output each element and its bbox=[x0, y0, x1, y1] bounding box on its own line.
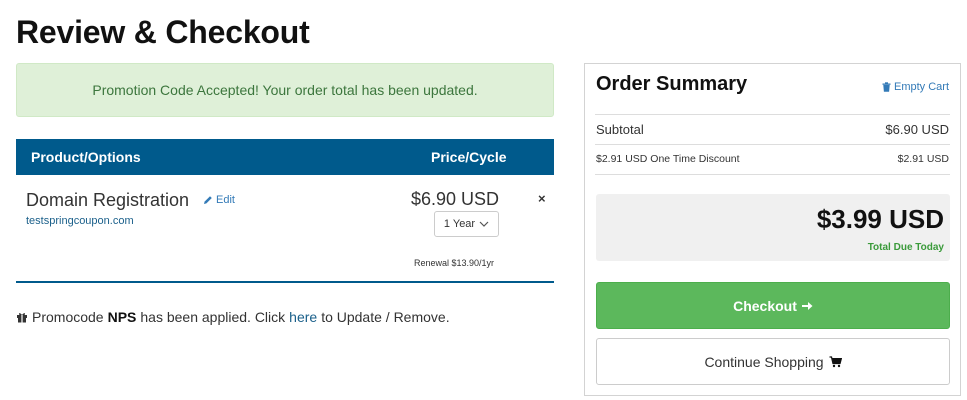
billing-cycle-value: 1 Year bbox=[443, 218, 476, 230]
total-due-label: Total Due Today bbox=[867, 242, 944, 253]
trash-icon bbox=[882, 82, 891, 92]
promo-applied-note: Promocode NPS has been applied. Click he… bbox=[16, 309, 450, 325]
header-product-options: Product/Options bbox=[31, 149, 141, 165]
remove-item-button[interactable]: × bbox=[538, 191, 546, 206]
discount-label: $2.91 USD One Time Discount bbox=[596, 153, 740, 165]
item-price: $6.90 USD bbox=[411, 189, 500, 209]
empty-cart-link[interactable]: Empty Cart bbox=[882, 81, 949, 93]
pencil-icon bbox=[203, 195, 213, 205]
divider bbox=[595, 174, 950, 175]
promo-code: NPS bbox=[107, 309, 137, 325]
continue-shopping-label: Continue Shopping bbox=[704, 353, 824, 370]
alert-message: Promotion Code Accepted! Your order tota… bbox=[92, 82, 478, 98]
total-amount: $3.99 USD bbox=[816, 204, 944, 234]
divider bbox=[595, 144, 950, 145]
edit-label: Edit bbox=[216, 194, 235, 206]
checkout-label: Checkout bbox=[733, 297, 797, 314]
page-title: Review & Checkout bbox=[16, 14, 310, 50]
cart-table: Product/Options Price/Cycle Domain Regis… bbox=[16, 139, 554, 283]
order-summary-title: Order Summary bbox=[596, 73, 748, 95]
gift-icon bbox=[16, 311, 28, 323]
header-price-cycle: Price/Cycle bbox=[431, 149, 507, 165]
subtotal-value: $6.90 USD bbox=[885, 122, 949, 137]
subtotal-label: Subtotal bbox=[596, 122, 644, 137]
divider bbox=[595, 114, 950, 115]
cart-item-row: Domain Registration Edit testspringcoupo… bbox=[16, 175, 554, 283]
renewal-price: Renewal $13.90/1yr bbox=[414, 258, 495, 268]
total-due-box: $3.99 USD Total Due Today bbox=[596, 194, 950, 261]
edit-item-link[interactable]: Edit bbox=[203, 194, 235, 206]
subtotal-row: Subtotal $6.90 USD bbox=[596, 122, 949, 137]
discount-row: $2.91 USD One Time Discount $2.91 USD bbox=[596, 153, 949, 165]
discount-value: $2.91 USD bbox=[897, 153, 949, 165]
promo-suffix: to Update / Remove. bbox=[321, 309, 450, 325]
item-name: Domain Registration bbox=[26, 190, 190, 210]
cart-icon bbox=[829, 355, 842, 368]
promo-prefix: Promocode bbox=[32, 309, 104, 325]
checkout-button[interactable]: Checkout bbox=[596, 282, 950, 329]
promo-middle: has been applied. Click bbox=[140, 309, 286, 325]
continue-shopping-button[interactable]: Continue Shopping bbox=[596, 338, 950, 385]
order-summary-panel: Order Summary Empty Cart Subtotal $6.90 … bbox=[584, 63, 961, 396]
promo-success-alert: Promotion Code Accepted! Your order tota… bbox=[16, 63, 554, 117]
chevron-down-icon bbox=[479, 221, 489, 227]
promo-update-link[interactable]: here bbox=[289, 309, 317, 325]
empty-cart-label: Empty Cart bbox=[893, 81, 949, 93]
billing-cycle-select[interactable]: 1 Year bbox=[434, 211, 499, 237]
arrow-right-icon bbox=[801, 300, 813, 312]
item-domain: testspringcoupon.com bbox=[26, 215, 134, 227]
cart-table-header: Product/Options Price/Cycle bbox=[16, 139, 554, 175]
